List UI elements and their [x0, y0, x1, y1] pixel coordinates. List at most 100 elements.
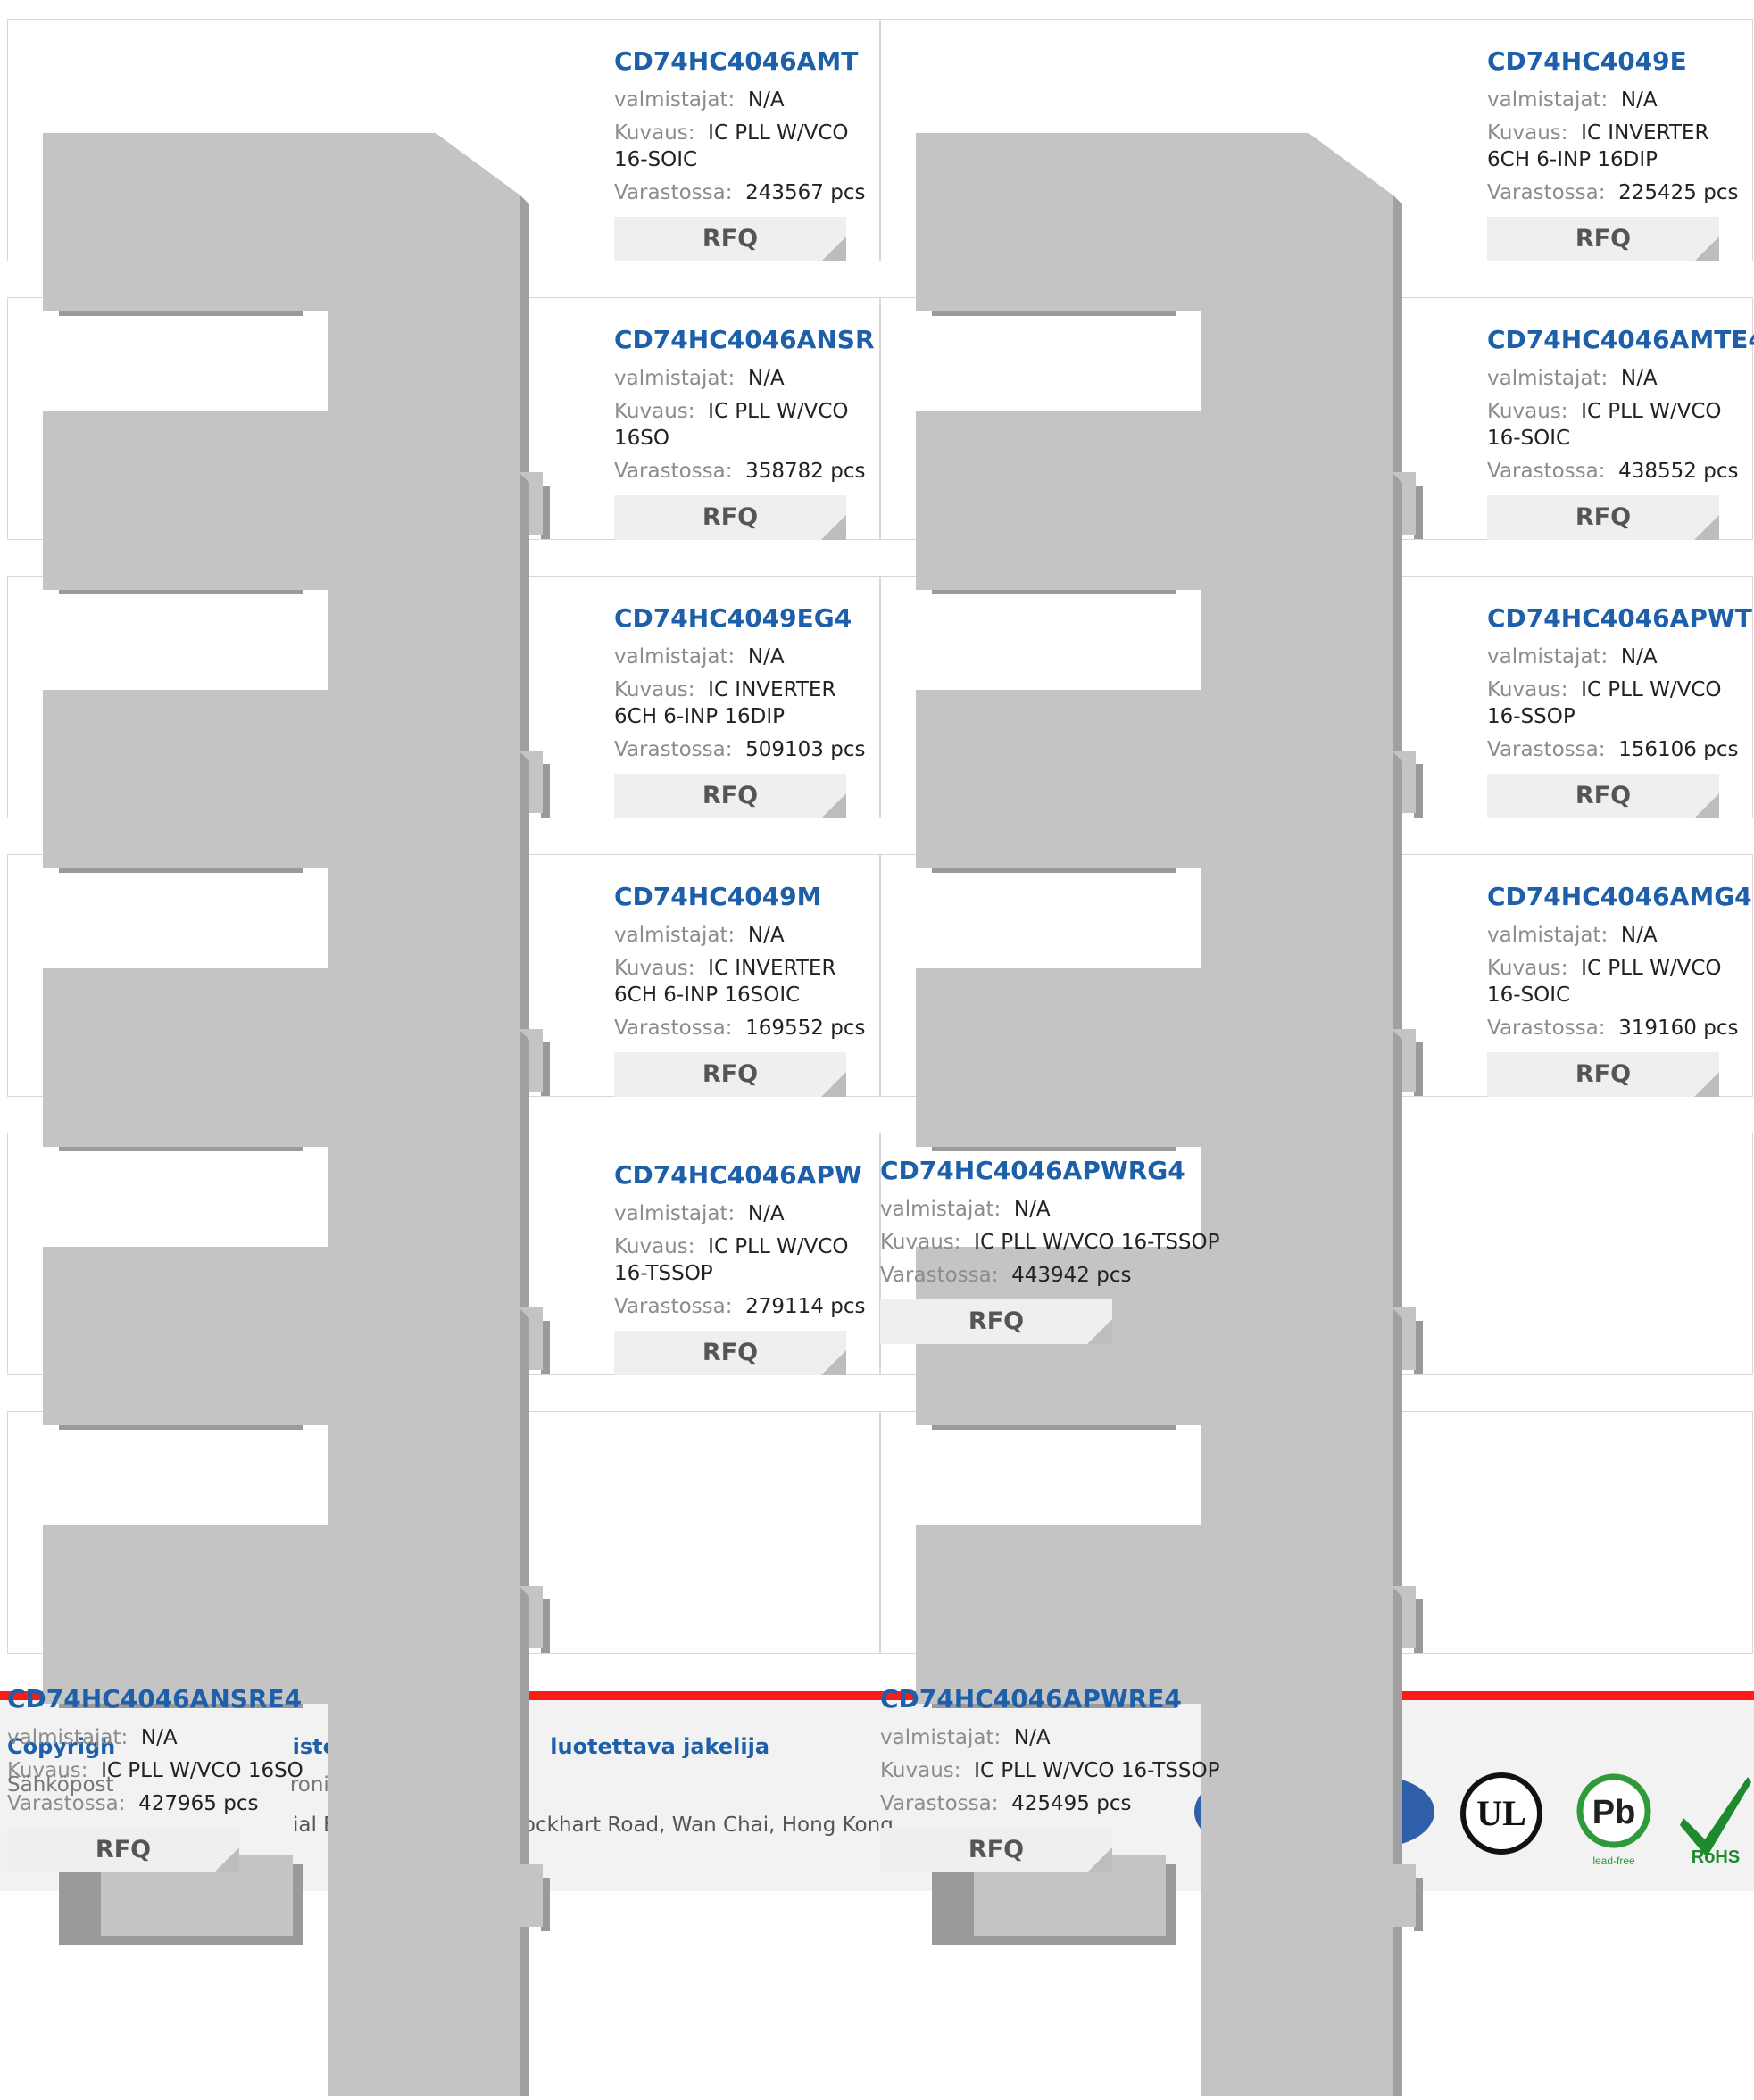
stock-value: 243567 pcs: [745, 181, 866, 204]
description-label: Kuvaus:: [1487, 957, 1568, 980]
manufacturer-label: valmistajat:: [614, 645, 736, 668]
manufacturer-label: valmistajat:: [880, 1198, 1002, 1221]
rfq-button[interactable]: RFQ: [614, 495, 846, 540]
description-label: Kuvaus:: [614, 957, 695, 980]
stock-row: Varastossa: 225425 pcs: [1487, 179, 1754, 206]
manufacturer-value: N/A: [1620, 924, 1658, 947]
manufacturer-row: valmistajat: N/A: [880, 1196, 1255, 1223]
rfq-button[interactable]: RFQ: [614, 774, 846, 818]
stock-label: Varastossa:: [614, 1295, 733, 1318]
stock-row: Varastossa: 279114 pcs: [614, 1293, 882, 1320]
stock-value: 425495 pcs: [1011, 1792, 1132, 1815]
manufacturer-value: N/A: [140, 1726, 178, 1749]
description-row: Kuvaus: IC INVERTER 6CH 6-INP 16DIP: [1487, 120, 1754, 173]
manufacturer-row: valmistajat: N/A: [614, 1200, 882, 1227]
manufacturer-value: N/A: [747, 88, 785, 112]
stock-value: 509103 pcs: [745, 738, 866, 761]
description-label: Kuvaus:: [614, 678, 695, 701]
description-value: IC PLL W/VCO 16-TSSOP: [974, 1231, 1220, 1254]
manufacturer-label: valmistajat:: [7, 1726, 129, 1749]
rfq-button[interactable]: RFQ: [614, 1052, 846, 1097]
description-value: IC PLL W/VCO 16SO: [101, 1759, 303, 1782]
product-title-link[interactable]: CD74HC4046APWT: [1487, 602, 1754, 635]
stock-row: Varastossa: 425495 pcs: [880, 1790, 1255, 1817]
product-info: CD74HC4049EG4 valmistajat: N/A Kuvaus: IC …: [614, 602, 882, 818]
description-row: Kuvaus: IC PLL W/VCO 16-SOIC: [614, 120, 882, 173]
product-info: CD74HC4049M valmistajat: N/A Kuvaus: IC IN…: [614, 881, 882, 1097]
manufacturer-label: valmistajat:: [614, 924, 736, 947]
rfq-button[interactable]: RFQ: [1487, 774, 1719, 818]
manufacturer-value: N/A: [747, 645, 785, 668]
description-row: Kuvaus: IC PLL W/VCO 16-TSSOP: [880, 1757, 1255, 1784]
rohs-icon: RoHS: [1680, 1777, 1751, 1867]
manufacturer-label: valmistajat:: [1487, 367, 1609, 390]
manufacturer-value: N/A: [1620, 645, 1658, 668]
product-title-link[interactable]: CD74HC4046APWRE4: [880, 1683, 1255, 1715]
description-label: Kuvaus:: [880, 1759, 961, 1782]
rfq-button[interactable]: RFQ: [614, 217, 846, 261]
ul-logo-icon: UL: [1460, 1772, 1542, 1855]
stock-value: 443942 pcs: [1011, 1264, 1132, 1287]
description-row: Kuvaus: IC PLL W/VCO 16-TSSOP: [880, 1229, 1255, 1256]
product-title-link[interactable]: CD74HC4046ANSR: [614, 324, 882, 356]
stock-label: Varastossa:: [614, 738, 733, 761]
product-info: CD74HC4046ANSR valmistajat: N/A Kuvaus: IC…: [614, 324, 882, 540]
rfq-button[interactable]: RFQ: [614, 1331, 846, 1375]
stock-label: Varastossa:: [1487, 738, 1606, 761]
manufacturer-value: N/A: [1013, 1726, 1051, 1749]
rfq-button[interactable]: RFQ: [1487, 1052, 1719, 1097]
rfq-button[interactable]: RFQ: [1487, 217, 1719, 261]
manufacturer-row: valmistajat: N/A: [1487, 643, 1754, 670]
stock-value: 319160 pcs: [1618, 1017, 1739, 1040]
description-label: Kuvaus:: [880, 1231, 961, 1254]
manufacturer-value: N/A: [1013, 1198, 1051, 1221]
product-title-link[interactable]: CD74HC4046APW: [614, 1159, 882, 1191]
rfq-button[interactable]: RFQ: [880, 1828, 1112, 1872]
stock-row: Varastossa: 509103 pcs: [614, 736, 882, 763]
svg-text:lead-free: lead-free: [1592, 1855, 1635, 1867]
stock-value: 358782 pcs: [745, 460, 866, 483]
stock-value: 427965 pcs: [138, 1792, 259, 1815]
product-info: CD74HC4046APW valmistajat: N/A Kuvaus: IC …: [614, 1159, 882, 1375]
product-info: CD74HC4046AMG4 valmistajat: N/A Kuvaus: IC…: [1487, 881, 1754, 1097]
rfq-button[interactable]: RFQ: [880, 1299, 1112, 1344]
description-row: Kuvaus: IC PLL W/VCO 16SO: [614, 398, 882, 452]
manufacturer-label: valmistajat:: [614, 88, 736, 112]
product-title-link[interactable]: CD74HC4046AMG4: [1487, 881, 1754, 913]
manufacturer-value: N/A: [747, 1202, 785, 1225]
description-row: Kuvaus: IC PLL W/VCO 16-SSOP: [1487, 676, 1754, 730]
product-title-link[interactable]: CD74HC4046ANSRE4: [7, 1683, 382, 1715]
stock-value: 169552 pcs: [745, 1017, 866, 1040]
product-title-link[interactable]: CD74HC4049M: [614, 881, 882, 913]
stock-label: Varastossa:: [880, 1792, 999, 1815]
manufacturer-label: valmistajat:: [880, 1726, 1002, 1749]
product-title-link[interactable]: CD74HC4046APWRG4: [880, 1155, 1255, 1187]
stock-value: 279114 pcs: [745, 1295, 866, 1318]
manufacturer-value: N/A: [747, 367, 785, 390]
description-row: Kuvaus: IC PLL W/VCO 16-SOIC: [1487, 398, 1754, 452]
manufacturer-row: valmistajat: N/A: [1487, 87, 1754, 113]
manufacturer-label: valmistajat:: [614, 367, 736, 390]
product-title-link[interactable]: CD74HC4049E: [1487, 46, 1754, 78]
product-info: CD74HC4046APWT valmistajat: N/A Kuvaus: IC…: [1487, 602, 1754, 818]
stock-label: Varastossa:: [614, 1017, 733, 1040]
product-info: CD74HC4046APWRE4 valmistajat: N/A Kuvaus: …: [880, 1683, 1255, 1872]
rfq-button[interactable]: RFQ: [1487, 495, 1719, 540]
manufacturer-row: valmistajat: N/A: [7, 1724, 382, 1751]
product-info: CD74HC4046AMTE4 valmistajat: N/A Kuvaus: I…: [1487, 324, 1754, 540]
manufacturer-value: N/A: [1620, 88, 1658, 112]
product-title-link[interactable]: CD74HC4046AMTE4: [1487, 324, 1754, 356]
stock-row: Varastossa: 438552 pcs: [1487, 458, 1754, 485]
manufacturer-row: valmistajat: N/A: [1487, 365, 1754, 392]
svg-text:RoHS: RoHS: [1692, 1847, 1740, 1867]
manufacturer-row: valmistajat: N/A: [1487, 922, 1754, 949]
product-info: CD74HC4046ANSRE4 valmistajat: N/A Kuvaus: …: [7, 1683, 382, 1872]
stock-row: Varastossa: 358782 pcs: [614, 458, 882, 485]
description-label: Kuvaus:: [1487, 678, 1568, 701]
rfq-button[interactable]: RFQ: [7, 1828, 239, 1872]
product-title-link[interactable]: CD74HC4046AMT: [614, 46, 882, 78]
description-row: Kuvaus: IC INVERTER 6CH 6-INP 16DIP: [614, 676, 882, 730]
product-title-link[interactable]: CD74HC4049EG4: [614, 602, 882, 635]
product-info: CD74HC4046AMT valmistajat: N/A Kuvaus: IC …: [614, 46, 882, 261]
stock-label: Varastossa:: [7, 1792, 126, 1815]
